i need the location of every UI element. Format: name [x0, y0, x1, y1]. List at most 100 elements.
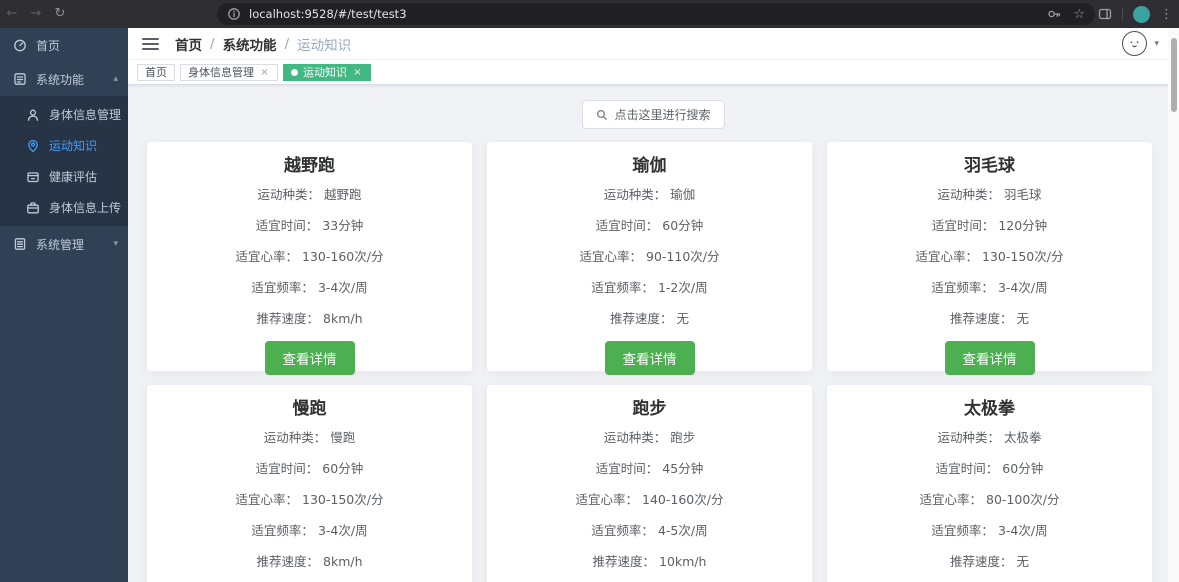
- caret-down-icon[interactable]: ▾: [1154, 39, 1159, 49]
- tag-home[interactable]: 首页: [137, 63, 175, 81]
- row-label: 推荐速度：: [256, 311, 319, 326]
- card-row: 适宜频率： 3-4次/周: [147, 279, 472, 296]
- card-row: 适宜心率： 140-160次/分: [487, 491, 812, 508]
- active-dot: [291, 68, 298, 76]
- row-value: 慢跑: [330, 430, 356, 445]
- row-value: 8km/h: [323, 554, 363, 569]
- card-row: 适宜心率： 80-100次/分: [827, 491, 1152, 508]
- scrollbar-thumb[interactable]: [1171, 38, 1177, 112]
- breadcrumb-item-system-functions[interactable]: 系统功能: [223, 34, 277, 54]
- row-label: 适宜频率：: [931, 523, 994, 538]
- view-detail-button[interactable]: 查看详情: [264, 341, 355, 375]
- row-label: 推荐速度：: [256, 554, 319, 569]
- row-value: 8km/h: [323, 311, 363, 326]
- card-row: 运动种类： 慢跑: [147, 429, 472, 446]
- browser-chrome: ← → ↻ localhost:9528/#/test/test3 ☆ ⋮: [0, 0, 1179, 28]
- map-pin-icon: [26, 139, 40, 153]
- card-row: 推荐速度：无: [827, 310, 1152, 327]
- row-value: 3-4次/周: [997, 523, 1048, 538]
- address-bar[interactable]: localhost:9528/#/test/test3 ☆: [217, 3, 1095, 25]
- row-label: 适宜时间：: [255, 461, 319, 476]
- sidebar-submenu: 身体信息管理 运动知识 健康评估 身体信息上传: [0, 96, 128, 226]
- breadcrumb-separator: /: [284, 35, 290, 52]
- card-row: 适宜时间： 33分钟: [147, 217, 472, 234]
- close-icon[interactable]: ×: [259, 67, 270, 78]
- sidebar-item-body-info-upload[interactable]: 身体信息上传: [0, 192, 128, 223]
- card-row: 推荐速度： 8km/h: [147, 553, 472, 570]
- sidebar-group-system-functions[interactable]: 系统功能 ▴: [0, 62, 128, 96]
- hamburger-icon[interactable]: [142, 37, 159, 51]
- breadcrumb-item-current: 运动知识: [297, 37, 352, 54]
- sidebar-item-home[interactable]: 首页: [0, 28, 128, 62]
- close-icon[interactable]: ×: [352, 67, 363, 78]
- document-icon: [13, 237, 27, 251]
- sidebar-group-system-admin[interactable]: 系统管理 ▾: [0, 226, 128, 262]
- sidebar-item-sport-knowledge[interactable]: 运动知识: [0, 130, 128, 161]
- sport-card-cross-country: 越野跑 运动种类： 越野跑 适宜时间： 33分钟 适宜心率： 130-160次/分 适…: [146, 141, 473, 375]
- row-value: 3-4次/周: [317, 280, 368, 295]
- browser-menu-icon[interactable]: ⋮: [1160, 7, 1173, 22]
- breadcrumb-item-home[interactable]: 首页: [175, 34, 202, 54]
- row-value: 120分钟: [998, 218, 1048, 233]
- row-label: 适宜频率：: [931, 280, 994, 295]
- row-label: 适宜频率：: [591, 280, 654, 295]
- row-value: 33分钟: [322, 218, 364, 233]
- sport-card-taichi: 太极拳 运动种类： 太极拳 适宜时间： 60分钟 适宜心率： 80-100次/分 适宜…: [826, 384, 1153, 582]
- card-row: 适宜时间： 60分钟: [827, 460, 1152, 477]
- row-label: 适宜时间：: [255, 218, 319, 233]
- tag-body-info-management[interactable]: 身体信息管理 ×: [180, 63, 278, 81]
- chevron-down-icon: ▾: [113, 239, 118, 249]
- browser-profile-avatar[interactable]: [1133, 5, 1150, 23]
- dashboard-icon: [13, 38, 27, 52]
- sidebar-item-label: 首页: [36, 38, 61, 53]
- row-label: 适宜时间：: [931, 218, 995, 233]
- browser-forward-icon[interactable]: →: [24, 0, 48, 28]
- sidebar-item-label: 身体信息管理: [49, 108, 122, 122]
- card-title: 瑜伽: [632, 156, 667, 176]
- page-scrollbar[interactable]: [1168, 28, 1179, 582]
- tag-sport-knowledge[interactable]: 运动知识 ×: [283, 63, 371, 81]
- box-icon: [26, 170, 40, 184]
- user-avatar[interactable]: [1122, 31, 1148, 56]
- row-label: 适宜心率：: [235, 249, 299, 264]
- row-value: 瑜伽: [670, 187, 696, 202]
- card-title: 跑步: [632, 399, 667, 419]
- row-label: 推荐速度：: [949, 311, 1013, 326]
- side-panel-icon[interactable]: [1098, 7, 1112, 21]
- sidebar-item-label: 运动知识: [49, 139, 98, 153]
- sidebar-item-body-info-management[interactable]: 身体信息管理: [0, 99, 128, 130]
- view-detail-button[interactable]: 查看详情: [604, 341, 695, 375]
- row-value: 80-100次/分: [986, 492, 1060, 507]
- row-label: 运动种类：: [603, 430, 667, 445]
- row-value: 130-150次/分: [982, 249, 1064, 264]
- sport-card-jogging: 慢跑 运动种类： 慢跑 适宜时间： 60分钟 适宜心率： 130-150次/分 适宜频…: [146, 384, 473, 582]
- sport-card-running: 跑步 运动种类： 跑步 适宜时间： 45分钟 适宜心率： 140-160次/分 适宜频…: [486, 384, 813, 582]
- view-detail-button[interactable]: 查看详情: [944, 341, 1035, 375]
- sport-card-badminton: 羽毛球 运动种类： 羽毛球 适宜时间： 120分钟 适宜心率： 130-150次/分 …: [826, 141, 1153, 375]
- card-row: 适宜频率： 4-5次/周: [487, 522, 812, 539]
- browser-back-icon[interactable]: ←: [0, 0, 24, 28]
- card-title: 太极拳: [964, 399, 1015, 419]
- sport-cards-grid: 越野跑 运动种类： 越野跑 适宜时间： 33分钟 适宜心率： 130-160次/分 适…: [146, 141, 1153, 582]
- password-key-icon[interactable]: [1047, 7, 1061, 21]
- form-icon: [13, 72, 27, 86]
- browser-refresh-icon[interactable]: ↻: [48, 0, 72, 28]
- card-title: 越野跑: [284, 156, 335, 176]
- sidebar-item-health-evaluation[interactable]: 健康评估: [0, 161, 128, 192]
- row-value: 140-160次/分: [642, 492, 724, 507]
- briefcase-icon: [26, 201, 40, 215]
- card-row: 推荐速度： 8km/h: [147, 310, 472, 327]
- bookmark-star-icon[interactable]: ☆: [1073, 7, 1085, 22]
- card-row: 适宜心率： 130-150次/分: [147, 491, 472, 508]
- url-text[interactable]: localhost:9528/#/test/test3: [249, 7, 1047, 21]
- row-value: 3-4次/周: [997, 280, 1048, 295]
- row-label: 适宜心率：: [579, 249, 642, 264]
- card-title: 慢跑: [292, 399, 327, 419]
- site-info-icon[interactable]: [227, 7, 241, 21]
- card-row: 适宜心率： 130-160次/分: [147, 248, 472, 265]
- sport-card-yoga: 瑜伽 运动种类： 瑜伽 适宜时间： 60分钟 适宜心率： 90-110次/分 适宜频率…: [486, 141, 813, 375]
- row-label: 适宜时间：: [595, 461, 659, 476]
- card-row: 运动种类： 太极拳: [827, 429, 1152, 446]
- row-value: 60分钟: [662, 218, 704, 233]
- search-button[interactable]: 点击这里进行搜索: [582, 100, 725, 129]
